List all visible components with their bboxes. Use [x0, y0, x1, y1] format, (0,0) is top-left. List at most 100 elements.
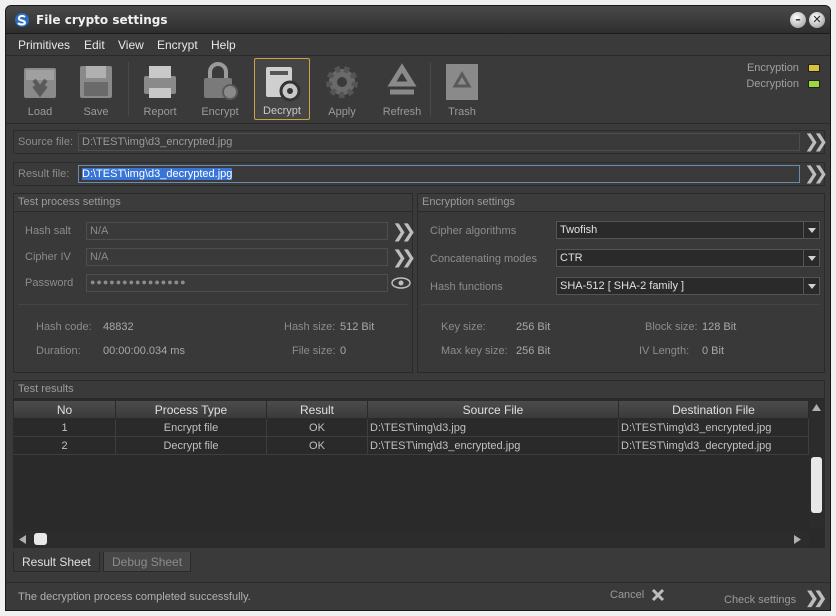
result-file-row: Result file: D:\TEST\img\d3_decrypted.jp…	[13, 162, 828, 186]
scroll-left-icon[interactable]	[19, 535, 26, 544]
password-field[interactable]: ●●●●●●●●●●●●●●●	[86, 274, 388, 292]
vertical-scroll-thumb[interactable]	[811, 457, 822, 513]
hash-size-label: Hash size:	[284, 321, 336, 333]
decrypt-label: Decrypt	[263, 105, 301, 117]
source-file-label: Source file:	[18, 136, 74, 148]
report-label: Report	[143, 106, 177, 118]
hash-salt-value: N/A	[90, 225, 109, 237]
menu-view[interactable]: View	[118, 38, 144, 52]
trash-icon	[446, 64, 478, 100]
tab-result-sheet[interactable]: Result Sheet	[13, 552, 100, 572]
concatenating-mode-select[interactable]: CTR	[556, 249, 820, 267]
minimize-button[interactable]: –	[790, 12, 806, 28]
legend-decryption-label: Decryption	[746, 78, 799, 90]
check-settings-label: Check settings	[724, 594, 797, 606]
menu-primitives[interactable]: Primitives	[18, 38, 70, 52]
column-header-source-file[interactable]: Source File	[368, 401, 619, 419]
cancel-button[interactable]: Cancel	[610, 588, 665, 602]
cancel-label: Cancel	[610, 588, 645, 601]
report-button[interactable]: Report	[132, 58, 188, 120]
sheet-tabs: Result Sheet Debug Sheet	[13, 552, 825, 574]
concatenating-modes-label: Concatenating modes	[430, 253, 538, 265]
encrypt-label: Encrypt	[201, 106, 239, 118]
horizontal-scrollbar[interactable]	[14, 531, 809, 547]
hash-salt-arrow-icon[interactable]: ❯❯	[392, 221, 416, 242]
panel-divider	[422, 304, 820, 305]
scroll-right-icon[interactable]	[794, 535, 801, 544]
report-icon	[144, 66, 176, 98]
chevron-down-icon[interactable]	[803, 222, 819, 238]
cell-result: OK	[267, 437, 368, 455]
column-header-result[interactable]: Result	[267, 401, 368, 419]
cipher-iv-field[interactable]: N/A	[86, 248, 388, 266]
hash-size-value: 512 Bit	[340, 321, 375, 333]
trash-button[interactable]: Trash	[434, 58, 490, 120]
decryption-indicator	[808, 80, 820, 89]
encrypt-button[interactable]: Encrypt	[192, 58, 248, 120]
column-header-no[interactable]: No	[14, 401, 116, 419]
cipher-iv-arrow-icon[interactable]: ❯❯	[392, 247, 416, 268]
duration-value: 00:00:00.034 ms	[103, 345, 185, 357]
encryption-settings-panel: Encryption settings Cipher algorithms Tw…	[417, 193, 825, 373]
menu-edit[interactable]: Edit	[84, 38, 105, 52]
file-size-value: 0	[340, 345, 347, 357]
title-bar[interactable]: File crypto settings – ✕	[6, 6, 830, 34]
hash-function-select[interactable]: SHA-512 [ SHA-2 family ]	[556, 277, 820, 295]
cell-process-type: Decrypt file	[116, 437, 267, 455]
save-label: Save	[83, 106, 109, 118]
decrypt-gear-icon	[266, 67, 301, 102]
menu-bar: Primitives Edit View Encrypt Help	[6, 34, 830, 56]
window-title: File crypto settings	[36, 13, 168, 27]
menu-help[interactable]: Help	[211, 38, 236, 52]
double-chevron-right-icon: ❯❯	[805, 590, 827, 607]
column-header-destination-file[interactable]: Destination File	[619, 401, 809, 419]
decrypt-button[interactable]: Decrypt	[254, 58, 310, 120]
cipher-algorithm-select[interactable]: Twofish	[556, 221, 820, 239]
result-file-field[interactable]: D:\TEST\img\d3_decrypted.jpg	[78, 165, 800, 183]
apply-button[interactable]: Apply	[314, 58, 370, 120]
refresh-icon	[387, 63, 417, 95]
close-button[interactable]: ✕	[809, 12, 825, 28]
eye-icon[interactable]	[391, 276, 411, 290]
column-header-process-type[interactable]: Process Type	[116, 401, 267, 419]
test-process-panel: Test process settings Hash salt N/A ❯❯ C…	[13, 193, 416, 373]
lock-gear-icon	[204, 62, 238, 100]
hash-salt-label: Hash salt	[25, 225, 71, 237]
scroll-up-icon[interactable]	[812, 404, 821, 411]
encryption-settings-title: Encryption settings	[418, 194, 824, 212]
max-key-size-label: Max key size:	[441, 345, 508, 357]
cipher-iv-label: Cipher IV	[25, 251, 71, 263]
save-button[interactable]: Save	[68, 58, 124, 120]
legend-decryption: Decryption	[746, 78, 820, 90]
cipher-algorithm-value: Twofish	[560, 224, 598, 236]
source-file-field[interactable]: D:\TEST\img\d3_encrypted.jpg	[78, 133, 800, 151]
cell-no: 2	[14, 437, 116, 455]
hash-code-label: Hash code:	[36, 321, 92, 333]
result-file-value: D:\TEST\img\d3_decrypted.jpg	[82, 168, 233, 180]
load-button[interactable]: Load	[12, 58, 68, 120]
vertical-scrollbar[interactable]	[809, 401, 824, 529]
refresh-button[interactable]: Refresh	[374, 58, 430, 120]
result-browse-icon[interactable]: ❯❯	[804, 163, 828, 184]
app-window: File crypto settings – ✕ Primitives Edit…	[5, 5, 831, 611]
source-browse-icon[interactable]: ❯❯	[804, 131, 828, 152]
hash-salt-field[interactable]: N/A	[86, 222, 388, 240]
toolbar: Load Save Report Encrypt Decrypt Apply R…	[6, 56, 830, 124]
chevron-down-icon[interactable]	[803, 250, 819, 266]
app-logo-icon	[15, 13, 29, 27]
check-settings-button[interactable]: Check settings ❯❯	[724, 588, 827, 608]
block-size-label: Block size:	[645, 321, 698, 333]
cipher-iv-value: N/A	[90, 251, 109, 263]
test-process-title: Test process settings	[14, 194, 412, 212]
file-size-label: File size:	[292, 345, 336, 357]
horizontal-scroll-thumb[interactable]	[34, 533, 47, 545]
tab-debug-sheet[interactable]: Debug Sheet	[103, 552, 192, 572]
cell-no: 1	[14, 419, 116, 437]
tab-debug-sheet-label: Debug Sheet	[112, 555, 183, 569]
cell-result: OK	[267, 419, 368, 437]
chevron-down-icon[interactable]	[803, 278, 819, 294]
menu-encrypt[interactable]: Encrypt	[157, 38, 198, 52]
iv-length-value: 0 Bit	[702, 345, 725, 357]
cell-source-file: D:\TEST\img\d3_encrypted.jpg	[368, 437, 619, 455]
hash-function-value: SHA-512 [ SHA-2 family ]	[560, 280, 685, 292]
